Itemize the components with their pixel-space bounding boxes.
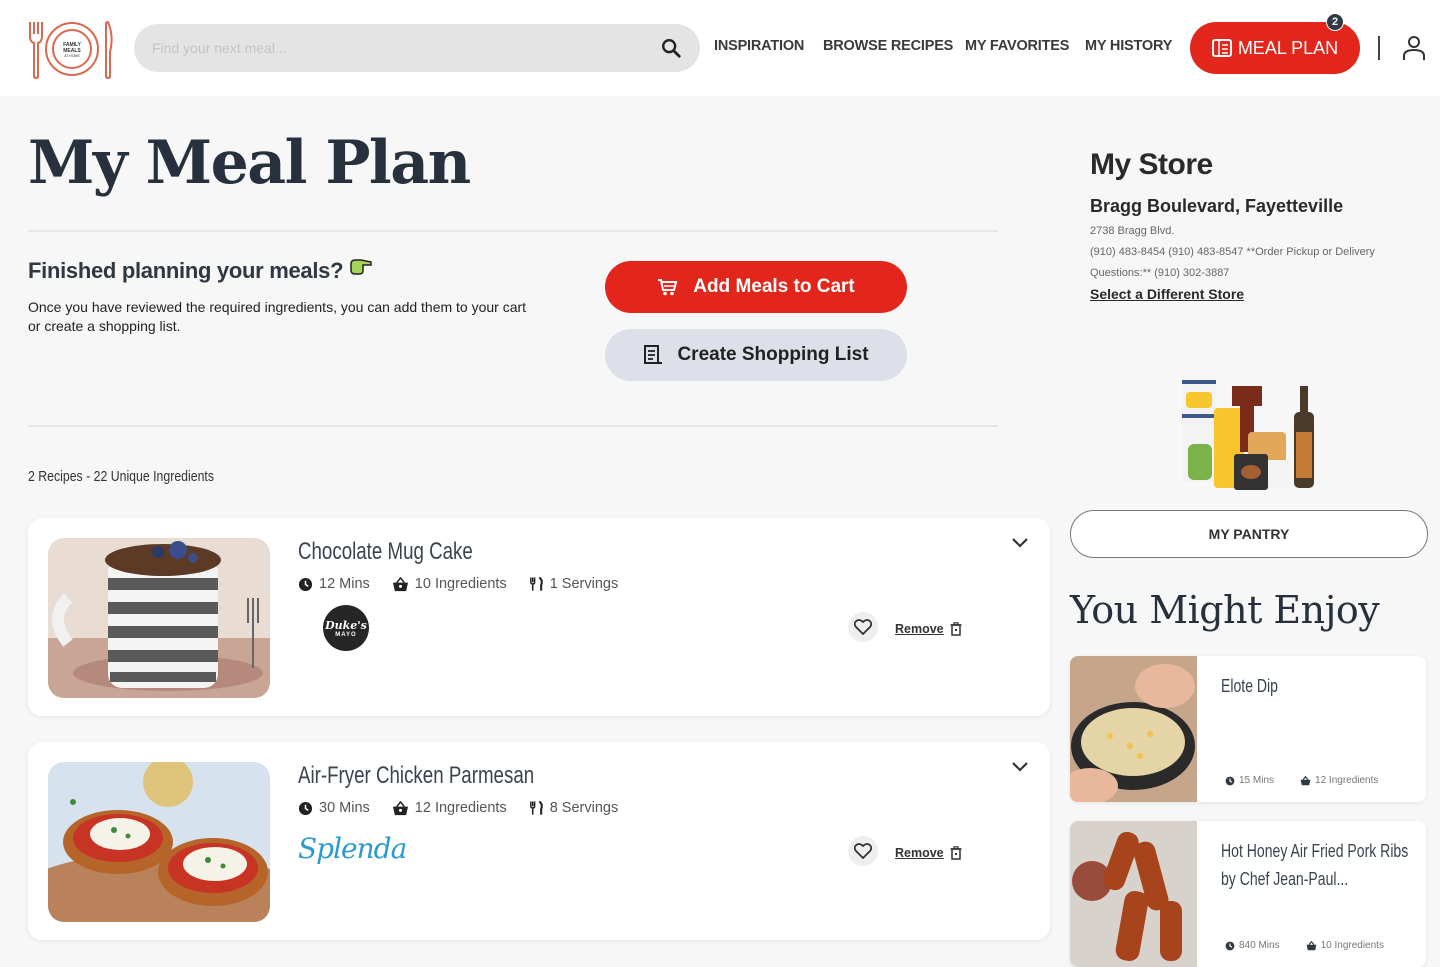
suggestion-time: 15 Mins	[1239, 775, 1275, 786]
store-details: 2738 Bragg Blvd. (910) 483-8454 (910) 48…	[1090, 221, 1410, 284]
clock-icon	[298, 801, 313, 815]
divider	[28, 230, 998, 232]
recipe-time: 12 Mins	[319, 576, 370, 592]
select-different-store-link[interactable]: Select a Different Store	[1090, 286, 1244, 302]
clock-icon	[1225, 776, 1235, 785]
chevron-down-icon[interactable]	[1010, 534, 1030, 550]
recipe-servings: 8 Servings	[549, 800, 619, 816]
suggestion-ingredients: 12 Ingredients	[1315, 775, 1379, 786]
cart-icon	[658, 279, 678, 296]
divider	[28, 425, 998, 427]
recipe-title[interactable]: Chocolate Mug Cake	[298, 538, 473, 566]
basket-icon	[392, 800, 408, 815]
create-shopping-list-button[interactable]: Create Shopping List	[605, 329, 907, 381]
suggestion-time: 840 Mins	[1239, 940, 1280, 951]
nav-browse-recipes[interactable]: BROWSE RECIPES	[823, 38, 953, 54]
sponsor-name: Duke's	[325, 618, 367, 632]
suggestion-title: Hot Honey Air Fried Pork Ribs by Chef Je…	[1221, 841, 1409, 889]
add-meals-to-cart-label: Add Meals to Cart	[693, 276, 855, 297]
sponsor-subtitle: MAYO	[335, 631, 357, 638]
recipe-meta: 12 Mins 10 Ingredients 1 Servings	[298, 576, 640, 592]
basket-icon	[392, 576, 408, 591]
finished-description: Once you have reviewed the required ingr…	[28, 299, 527, 334]
favorite-button[interactable]	[848, 836, 878, 866]
recipe-servings: 1 Servings	[549, 576, 619, 592]
add-meals-to-cart-button[interactable]: Add Meals to Cart	[605, 261, 907, 313]
nav-my-favorites[interactable]: MY FAVORITES	[965, 38, 1069, 54]
page-title: My Meal Plan	[28, 128, 471, 198]
trash-icon	[950, 846, 962, 860]
favorite-button[interactable]	[848, 612, 878, 642]
remove-label: Remove	[895, 622, 944, 636]
shopping-list-icon	[644, 345, 663, 364]
store-phones: (910) 483-8454 (910) 483-8547 **Order Pi…	[1090, 246, 1375, 279]
search-icon[interactable]	[660, 37, 682, 59]
recipe-meta: 30 Mins 12 Ingredients 8 Servings	[298, 800, 640, 816]
chevron-down-icon[interactable]	[1010, 758, 1030, 774]
header-divider	[1378, 36, 1380, 60]
recipe-time: 30 Mins	[319, 800, 370, 816]
basket-icon	[1306, 940, 1316, 950]
suggestion-card[interactable]: Hot Honey Air Fried Pork Ribs by Chef Je…	[1070, 821, 1426, 967]
remove-button[interactable]: Remove	[895, 846, 962, 860]
create-shopping-list-label: Create Shopping List	[677, 344, 869, 365]
nav-inspiration[interactable]: INSPIRATION	[714, 38, 804, 54]
search-bar	[134, 24, 700, 72]
recipe-ingredients: 12 Ingredients	[414, 800, 507, 816]
pointing-hand-icon	[350, 259, 372, 275]
remove-button[interactable]: Remove	[895, 622, 962, 636]
clock-icon	[1225, 941, 1235, 950]
heart-icon	[854, 843, 872, 859]
suggestion-meta: 840 Mins 10 Ingredients	[1225, 940, 1384, 951]
suggestion-card[interactable]: Elote Dip 15 Mins 12 Ingredients	[1070, 656, 1426, 802]
recipe-image-air-fryer-chicken-parmesan[interactable]	[48, 762, 270, 922]
search-input[interactable]	[152, 24, 652, 72]
user-account-icon[interactable]	[1400, 34, 1428, 62]
store-name: Bragg Boulevard, Fayetteville	[1090, 196, 1344, 216]
suggestion-ingredients: 10 Ingredients	[1320, 940, 1384, 951]
finished-heading: Finished planning your meals?	[28, 258, 373, 284]
recipe-ingredients: 10 Ingredients	[414, 576, 507, 592]
site-header: FAMILY MEALS AT HOME INSPIRATION BROWSE …	[0, 0, 1440, 96]
suggestion-title: Elote Dip	[1221, 676, 1278, 696]
my-pantry-button[interactable]: MY PANTRY	[1070, 510, 1428, 558]
store-address: 2738 Bragg Blvd.	[1090, 225, 1175, 237]
meal-plan-count-badge: 2	[1326, 13, 1344, 31]
pantry-illustration	[1182, 380, 1314, 490]
svg-text:AT HOME: AT HOME	[64, 54, 80, 58]
remove-label: Remove	[895, 846, 944, 860]
recipe-card: Air-Fryer Chicken Parmesan 30 Mins 12 In…	[28, 742, 1050, 940]
suggestion-image-hot-honey-ribs	[1070, 821, 1197, 967]
meal-plan-icon	[1211, 39, 1232, 57]
recipe-title[interactable]: Air-Fryer Chicken Parmesan	[298, 762, 534, 790]
recipe-card: Chocolate Mug Cake 12 Mins 10 Ingredient…	[28, 518, 1050, 716]
my-store-heading: My Store	[1090, 148, 1213, 181]
nav-my-history[interactable]: MY HISTORY	[1085, 38, 1172, 54]
finished-heading-text: Finished planning your meals?	[28, 258, 344, 283]
you-might-enjoy-heading: You Might Enjoy	[1070, 588, 1380, 632]
suggestion-meta: 15 Mins 12 Ingredients	[1225, 775, 1378, 786]
recipe-image-chocolate-mug-cake[interactable]	[48, 538, 270, 698]
utensils-icon	[529, 800, 543, 815]
clock-icon	[298, 577, 313, 591]
family-meals-logo[interactable]: FAMILY MEALS AT HOME	[26, 18, 116, 80]
sponsor-logo-dukes[interactable]: Duke's MAYO	[323, 605, 369, 651]
sponsor-logo-splenda[interactable]: Splenda	[298, 832, 407, 865]
trash-icon	[950, 622, 962, 636]
basket-icon	[1300, 775, 1311, 785]
meal-plan-label: MEAL PLAN	[1237, 37, 1339, 58]
heart-icon	[854, 619, 872, 635]
suggestion-image-elote-dip	[1070, 656, 1197, 802]
recipe-count: 2 Recipes - 22 Unique Ingredients	[28, 468, 214, 485]
utensils-icon	[529, 576, 543, 591]
